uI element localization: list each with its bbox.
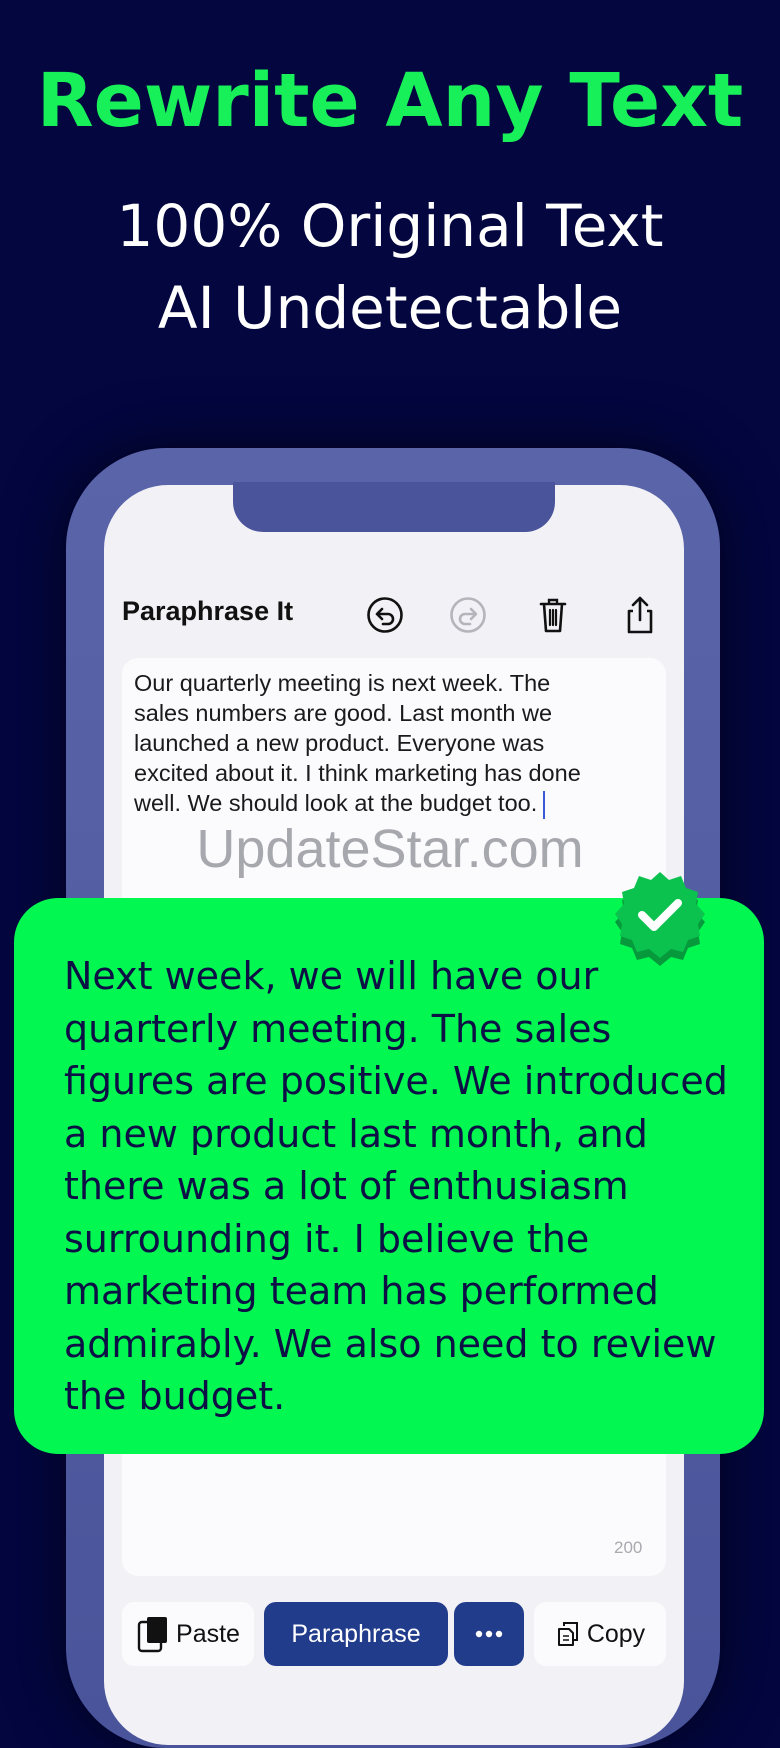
more-options-button[interactable]	[454, 1602, 524, 1666]
app-title: Paraphrase It	[122, 596, 294, 626]
text-caret	[543, 790, 546, 819]
result-line: there was a lot of enthusiasm	[64, 1164, 629, 1208]
paraphrase-label: Paraphrase	[291, 1619, 421, 1648]
input-line: well. We should look at the budget too.	[134, 790, 538, 816]
input-text[interactable]: Our quarterly meeting is next week. The …	[134, 668, 664, 819]
ellipsis-icon	[475, 1630, 503, 1638]
phone-notch	[233, 482, 555, 532]
share-icon[interactable]	[619, 594, 661, 636]
result-line: marketing team has performed	[64, 1269, 659, 1313]
input-line: sales numbers are good. Last month we	[134, 700, 553, 726]
headline: Rewrite Any Text	[36, 58, 744, 144]
result-line: a new product last month, and	[64, 1111, 648, 1156]
input-line-last: well. We should look at the budget too.	[134, 788, 664, 819]
result-line: the budget.	[64, 1374, 286, 1418]
result-line: quarterly meeting. The sales	[64, 1006, 612, 1051]
result-line: surrounding it. I believe the	[64, 1216, 590, 1261]
paraphrase-button[interactable]: Paraphrase	[264, 1602, 448, 1666]
paraphrase-result-text: Next week, we will have our quarterly me…	[64, 950, 754, 1423]
undo-icon[interactable]	[364, 594, 406, 636]
redo-icon[interactable]	[447, 594, 489, 636]
copy-label: Copy	[586, 1619, 646, 1648]
clipboard-icon	[136, 1614, 170, 1654]
input-line: launched a new product. Everyone was	[134, 730, 545, 756]
paste-label: Paste	[176, 1619, 240, 1648]
paste-button[interactable]: Paste	[122, 1602, 254, 1666]
input-line: excited about it. I think marketing has …	[134, 760, 581, 786]
result-line: admirably. We also need to review	[64, 1321, 717, 1366]
input-line: Our quarterly meeting is next week. The	[134, 670, 551, 696]
character-count: 200	[614, 1538, 643, 1557]
copy-button[interactable]: Copy	[534, 1602, 666, 1666]
trash-icon[interactable]	[532, 594, 574, 636]
copy-icon	[555, 1620, 581, 1648]
result-line: figures are positive. We introduced	[64, 1059, 728, 1103]
subheadline-line-1: 100% Original Text	[116, 192, 664, 260]
subheadline-line-2: AI Undetectable	[157, 274, 623, 342]
verified-check-badge-icon	[615, 872, 705, 966]
